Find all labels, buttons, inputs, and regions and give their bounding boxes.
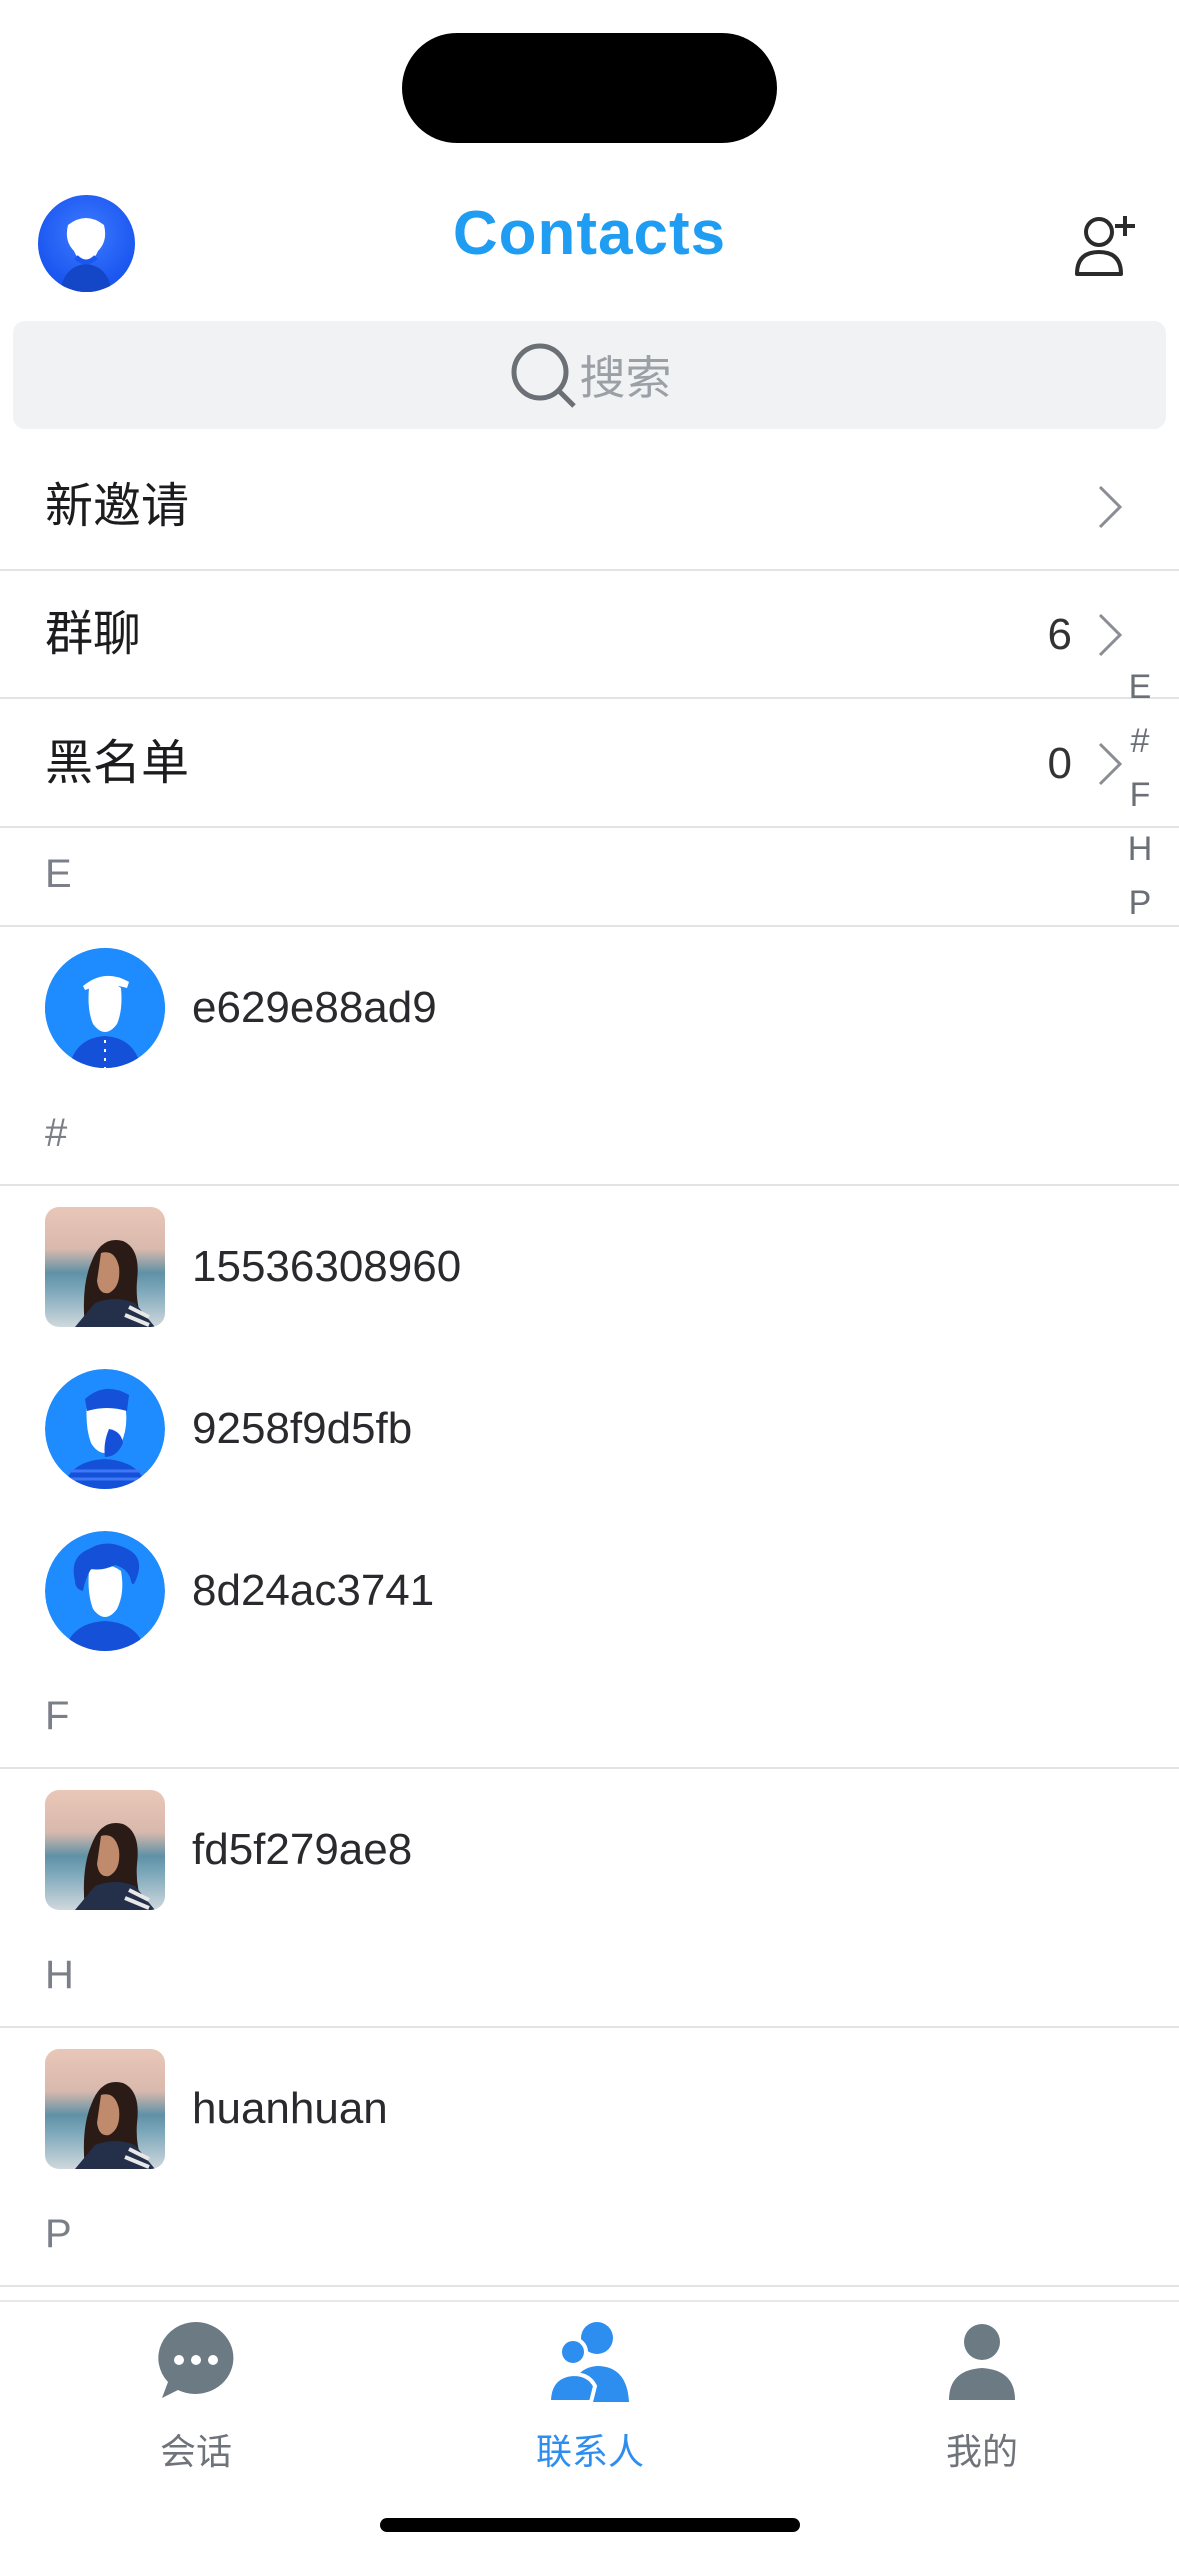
index-letter[interactable]: H <box>1115 822 1165 876</box>
tab-me[interactable]: 我的 <box>882 2316 1082 2475</box>
contact-row[interactable]: huanhuan <box>0 2028 1179 2190</box>
add-contact-icon[interactable] <box>1071 210 1141 280</box>
chevron-right-icon <box>1098 613 1123 657</box>
group-count: 6 <box>1047 610 1072 659</box>
section-letter: F <box>45 1694 70 1738</box>
top-bar: Contacts <box>0 190 1179 300</box>
section-header-hash: # <box>0 1089 1179 1186</box>
search-icon <box>511 343 576 408</box>
blue-cap-person-icon <box>45 948 165 1068</box>
tab-label: 我的 <box>945 2431 1018 2472</box>
menu-label: 群聊 <box>45 608 142 661</box>
contact-name: 9258f9d5fb <box>192 1404 413 1453</box>
dynamic-island <box>402 33 777 143</box>
tab-contacts[interactable]: 联系人 <box>490 2316 690 2475</box>
section-header-p: P <box>0 2190 1179 2287</box>
profile-icon <box>949 2324 1015 2400</box>
contact-row[interactable]: e629e88ad9 <box>0 927 1179 1089</box>
group-chats-row[interactable]: 群聊 6 <box>0 571 1179 699</box>
home-indicator[interactable] <box>380 2518 800 2532</box>
index-letter[interactable]: E <box>1115 660 1165 714</box>
section-letter: H <box>45 1953 74 1997</box>
contact-row[interactable]: 15536308960 <box>0 1186 1179 1348</box>
photo-woman-avatar <box>45 1207 165 1327</box>
index-letter[interactable]: F <box>1115 768 1165 822</box>
alphabet-index[interactable]: E # F H P <box>1115 660 1165 930</box>
index-letter[interactable]: P <box>1115 876 1165 930</box>
section-header-f: F <box>0 1672 1179 1769</box>
blacklist-row[interactable]: 黑名单 0 <box>0 700 1179 828</box>
contact-name: 15536308960 <box>192 1242 462 1291</box>
contact-name: 8d24ac3741 <box>192 1566 435 1615</box>
contacts-icon <box>546 2322 629 2404</box>
photo-woman-avatar <box>45 1790 165 1910</box>
blue-beard-person-icon <box>45 1369 165 1489</box>
contact-name: e629e88ad9 <box>192 983 437 1032</box>
section-letter: E <box>45 852 72 896</box>
chevron-right-icon <box>1098 485 1123 529</box>
page-title: Contacts <box>452 199 727 268</box>
menu-label: 新邀请 <box>45 480 190 533</box>
section-header-h: H <box>0 1931 1179 2028</box>
new-invitations-row[interactable]: 新邀请 <box>0 443 1179 571</box>
section-letter: P <box>45 2212 72 2256</box>
section-header-e: E <box>0 830 1179 927</box>
search-bar[interactable]: 搜索 <box>13 321 1166 429</box>
index-letter[interactable]: # <box>1115 714 1165 768</box>
photo-woman-avatar <box>45 2049 165 2169</box>
tab-label: 会话 <box>159 2431 232 2472</box>
blue-curly-person-icon <box>45 1531 165 1651</box>
contact-name: huanhuan <box>192 2084 388 2133</box>
blacklist-count: 0 <box>1047 739 1072 788</box>
tab-conversations[interactable]: 会话 <box>96 2316 296 2475</box>
chat-bubble-icon <box>158 2322 234 2398</box>
tab-label: 联系人 <box>535 2431 644 2472</box>
contact-name: fd5f279ae8 <box>192 1825 413 1874</box>
contact-row[interactable]: 8d24ac3741 <box>0 1510 1179 1672</box>
contact-row[interactable]: fd5f279ae8 <box>0 1769 1179 1931</box>
menu-label: 黑名单 <box>45 737 190 790</box>
section-letter: # <box>45 1111 68 1155</box>
contact-row[interactable]: 9258f9d5fb <box>0 1348 1179 1510</box>
search-placeholder: 搜索 <box>579 352 672 404</box>
